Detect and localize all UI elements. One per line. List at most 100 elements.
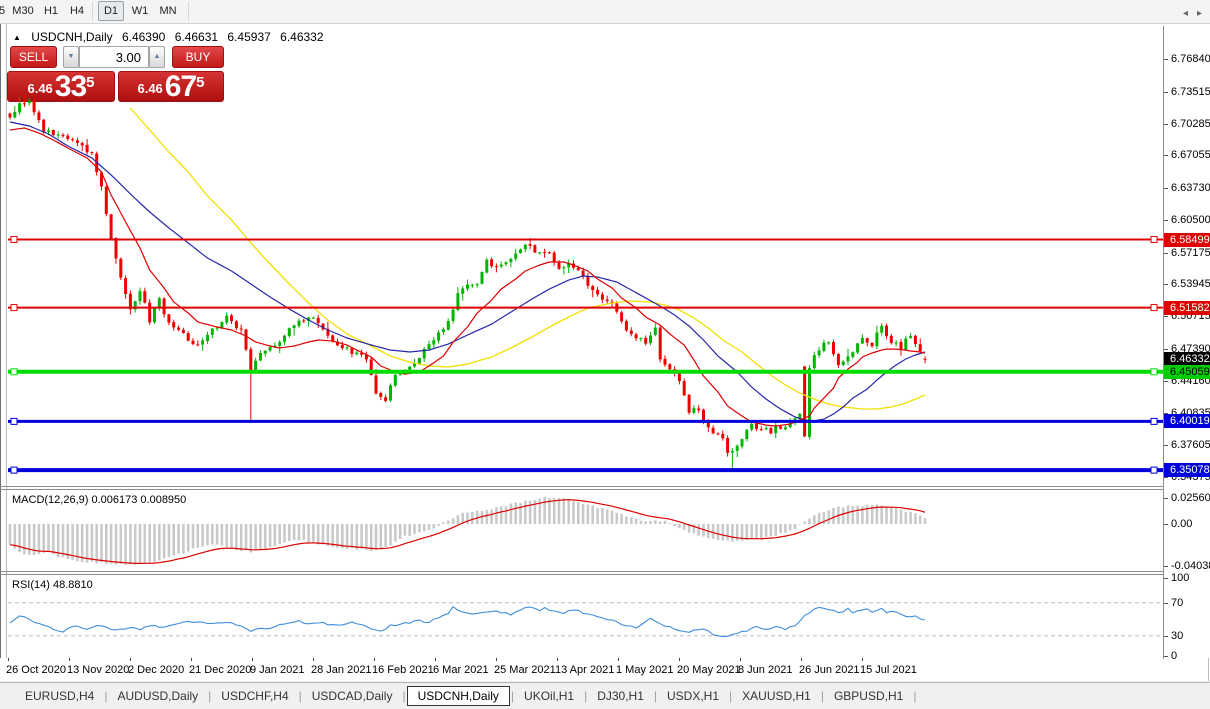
date-axis-label: 15 Jul 2021 xyxy=(860,664,917,676)
timeframe-button-M30[interactable]: M30 xyxy=(10,2,36,20)
price-level-tag: 6.45059 xyxy=(1164,365,1210,379)
price-axis-label: 6.76840 xyxy=(1171,53,1210,65)
date-axis-label: 13 Nov 2020 xyxy=(67,664,130,676)
macd-axis-label: 0.00 xyxy=(1171,518,1193,530)
date-tick xyxy=(679,658,680,661)
tab-eurusd-h4[interactable]: EURUSD,H4 xyxy=(16,686,103,706)
tabs-scroll-left-icon[interactable]: ◂ xyxy=(1183,8,1188,20)
date-axis-label: 26 Jun 2021 xyxy=(799,664,860,676)
date-tick xyxy=(8,658,9,661)
axis-tick xyxy=(1164,220,1168,221)
date-axis-label: 6 Mar 2021 xyxy=(433,664,489,676)
tab-usdcad-daily[interactable]: USDCAD,Daily xyxy=(303,686,402,706)
axis-tick xyxy=(1164,603,1168,604)
price-level-tag: 6.40019 xyxy=(1164,414,1210,428)
date-tick xyxy=(191,658,192,661)
date-axis-label: 26 Oct 2020 xyxy=(6,664,66,676)
price-axis-label: 6.63730 xyxy=(1171,182,1210,194)
axis-tick xyxy=(1164,498,1168,499)
axis-tick xyxy=(1164,477,1168,478)
price-chart[interactable] xyxy=(8,26,1163,486)
price-macd-separator[interactable] xyxy=(0,486,1163,487)
tab-ukoil-h1[interactable]: UKOil,H1 xyxy=(515,686,583,706)
axis-tick xyxy=(1164,524,1168,525)
date-tick xyxy=(740,658,741,661)
axis-tick xyxy=(1164,155,1168,156)
price-axis-label: 6.70285 xyxy=(1171,118,1210,130)
timeframe-button-W1[interactable]: W1 xyxy=(128,2,152,20)
axis-tick xyxy=(1164,316,1168,317)
symbol-tabbar: EURUSD,H4 | AUDUSD,Daily | USDCHF,H4 | USDCAD,… xyxy=(0,682,1210,709)
macd-axis-label: -0.040386 xyxy=(1171,560,1210,572)
rsi-axis-label: 70 xyxy=(1171,597,1184,609)
mt4-app: 5 M30 H1 H4 D1 W1 MN ▲ USDCNH,Daily 6.46390 6.… xyxy=(0,0,1210,709)
date-axis-label: 20 May 2021 xyxy=(677,664,741,676)
date-tick xyxy=(374,658,375,661)
tab-dj30-h1[interactable]: DJ30,H1 xyxy=(588,686,653,706)
axis-tick xyxy=(1164,59,1168,60)
tab-separator: | xyxy=(298,689,302,703)
toolbar-separator xyxy=(188,2,189,21)
date-axis-label: 16 Feb 2021 xyxy=(372,664,434,676)
price-level-tag: 6.35078 xyxy=(1164,463,1210,477)
axis-tick xyxy=(1164,656,1168,657)
timeframe-button-D1[interactable]: D1 xyxy=(98,1,124,21)
price-axis[interactable]: 6.76840 6.73515 6.70285 6.67055 6.63730 6.605… xyxy=(1164,24,1210,662)
tab-separator: | xyxy=(104,689,108,703)
price-level-tag: 6.51582 xyxy=(1164,301,1210,315)
tab-separator: | xyxy=(913,689,917,703)
date-tick xyxy=(313,658,314,661)
toolbar-separator xyxy=(92,2,93,21)
date-axis-label: 28 Jan 2021 xyxy=(311,664,372,676)
axis-tick xyxy=(1164,188,1168,189)
date-tick xyxy=(69,658,70,661)
date-tick xyxy=(252,658,253,661)
date-axis[interactable]: 26 Oct 2020 13 Nov 2020 2 Dec 2020 21 Dec 2… xyxy=(0,658,1163,681)
timeframe-toolbar: 5 M30 H1 H4 D1 W1 MN xyxy=(0,0,1210,24)
date-tick xyxy=(618,658,619,661)
rsi-chart[interactable] xyxy=(8,575,1163,658)
macd-rsi-separator[interactable] xyxy=(0,571,1163,572)
macd-label: MACD(12,26,9) 0.006173 0.008950 xyxy=(12,494,187,506)
date-tick xyxy=(557,658,558,661)
date-axis-label: 21 Dec 2020 xyxy=(189,664,252,676)
tab-xauusd-h1[interactable]: XAUUSD,H1 xyxy=(733,686,820,706)
window-left-inner-border xyxy=(6,24,7,681)
axis-tick xyxy=(1164,578,1168,579)
date-tick xyxy=(862,658,863,661)
tab-separator: | xyxy=(208,689,212,703)
axis-tick xyxy=(1164,124,1168,125)
axis-tick xyxy=(1164,349,1168,350)
price-axis-label: 6.67055 xyxy=(1171,149,1210,161)
date-axis-label: 1 May 2021 xyxy=(616,664,674,676)
tab-usdchf-h4[interactable]: USDCHF,H4 xyxy=(212,686,297,706)
timeframe-button-H4[interactable]: H4 xyxy=(66,2,88,20)
tab-usdx-h1[interactable]: USDX,H1 xyxy=(658,686,728,706)
tabs-scroll-right-icon[interactable]: ▸ xyxy=(1197,8,1202,20)
tab-audusd-daily[interactable]: AUDUSD,Daily xyxy=(108,686,207,706)
macd-axis-label: 0.025609 xyxy=(1171,492,1210,504)
tab-gbpusd-h1[interactable]: GBPUSD,H1 xyxy=(825,686,912,706)
axis-tick xyxy=(1164,445,1168,446)
timeframe-button-H1[interactable]: H1 xyxy=(40,2,62,20)
price-level-tag: 6.58499 xyxy=(1164,233,1210,247)
tab-separator: | xyxy=(729,689,733,703)
window-left-border xyxy=(0,24,1,681)
axis-tick xyxy=(1164,566,1168,567)
axis-tick xyxy=(1164,92,1168,93)
tab-separator: | xyxy=(510,689,515,703)
axis-tick xyxy=(1164,636,1168,637)
date-tick xyxy=(130,658,131,661)
tab-separator: | xyxy=(584,689,588,703)
axis-tick xyxy=(1164,381,1168,382)
price-axis-label: 6.73515 xyxy=(1171,86,1210,98)
rsi-axis-label: 100 xyxy=(1171,572,1190,584)
price-axis-label: 6.60500 xyxy=(1171,214,1210,226)
tab-usdcnh-daily[interactable]: USDCNH,Daily xyxy=(406,686,510,706)
date-axis-label: 2 Dec 2020 xyxy=(128,664,185,676)
timeframe-button-MN[interactable]: MN xyxy=(156,2,180,20)
price-level-tag: 6.46332 xyxy=(1164,352,1210,366)
date-axis-label: 25 Mar 2021 xyxy=(494,664,556,676)
tab-separator: | xyxy=(820,689,824,703)
date-axis-label: 13 Apr 2021 xyxy=(555,664,615,676)
